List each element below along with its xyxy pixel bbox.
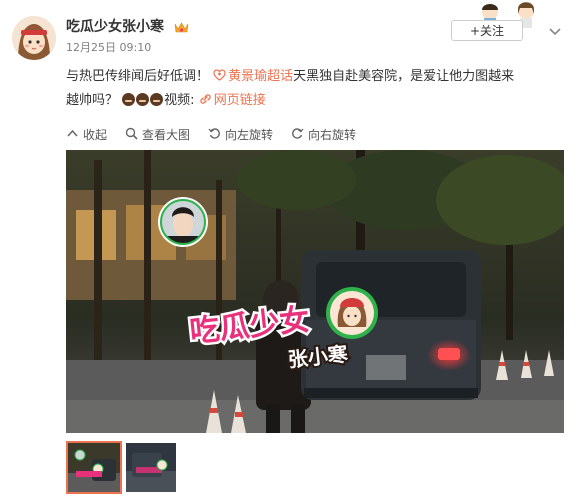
post-text-line-2: 越帅吗？ 视频: 网页链接 <box>66 92 266 110</box>
topic-icon <box>213 69 228 84</box>
thumbnail-2-image <box>126 443 176 492</box>
thumbnail-1-selected[interactable] <box>66 441 122 494</box>
rotate-right-icon <box>291 127 304 143</box>
post-text-prefix: 与热巴传绯闻后好低调！ <box>66 69 210 84</box>
link-icon <box>199 93 214 108</box>
thumbnail-2[interactable] <box>126 443 176 492</box>
topic-link[interactable]: 黄景瑜超话 <box>213 69 293 84</box>
video-label: 视频: <box>164 93 195 108</box>
web-link[interactable]: 网页链接 <box>199 93 266 108</box>
post-text-line-1: 与热巴传绯闻后好低调！ 黄景瑜超话天黑独自赴美容院，是爱让他力图越来 <box>66 68 514 86</box>
emoji-icon <box>122 93 136 106</box>
rotate-right-button[interactable]: 向右旋转 <box>291 126 356 143</box>
chevron-down-icon[interactable] <box>548 22 562 36</box>
post-time[interactable]: 12月25日 09:10 <box>66 39 151 55</box>
username[interactable]: 吃瓜少女张小寒 <box>66 16 164 36</box>
topic-label: 黄景瑜超话 <box>228 69 294 84</box>
rotate-left-label: 向左旋转 <box>225 128 274 142</box>
view-large-button[interactable]: 查看大图 <box>125 126 190 143</box>
post-text-after-topic: 天黑独自赴美容院，是爱让他力图越来 <box>293 69 515 84</box>
emoji-icon <box>150 93 164 106</box>
post-photo[interactable]: 吃瓜少女 张小寒 <box>66 150 576 433</box>
rotate-left-button[interactable]: 向左旋转 <box>208 126 273 143</box>
zoom-icon <box>125 127 138 143</box>
thumbnail-1-image <box>68 443 120 492</box>
collapse-icon <box>66 127 79 143</box>
collapse-label: 收起 <box>83 128 108 142</box>
follow-button[interactable]: +关注 <box>451 20 523 41</box>
post-text-line2: 越帅吗？ <box>66 93 119 108</box>
avatar-illustration <box>12 16 56 60</box>
photo-scene: 吃瓜少女 张小寒 <box>66 150 576 433</box>
emoji-icon <box>136 93 150 106</box>
link-label: 网页链接 <box>213 93 266 108</box>
rotate-left-icon <box>208 127 221 143</box>
view-large-label: 查看大图 <box>142 128 191 142</box>
collapse-button[interactable]: 收起 <box>66 126 107 143</box>
vip-badge-icon <box>174 19 189 33</box>
rotate-right-label: 向右旋转 <box>308 128 357 142</box>
avatar[interactable] <box>12 16 56 60</box>
